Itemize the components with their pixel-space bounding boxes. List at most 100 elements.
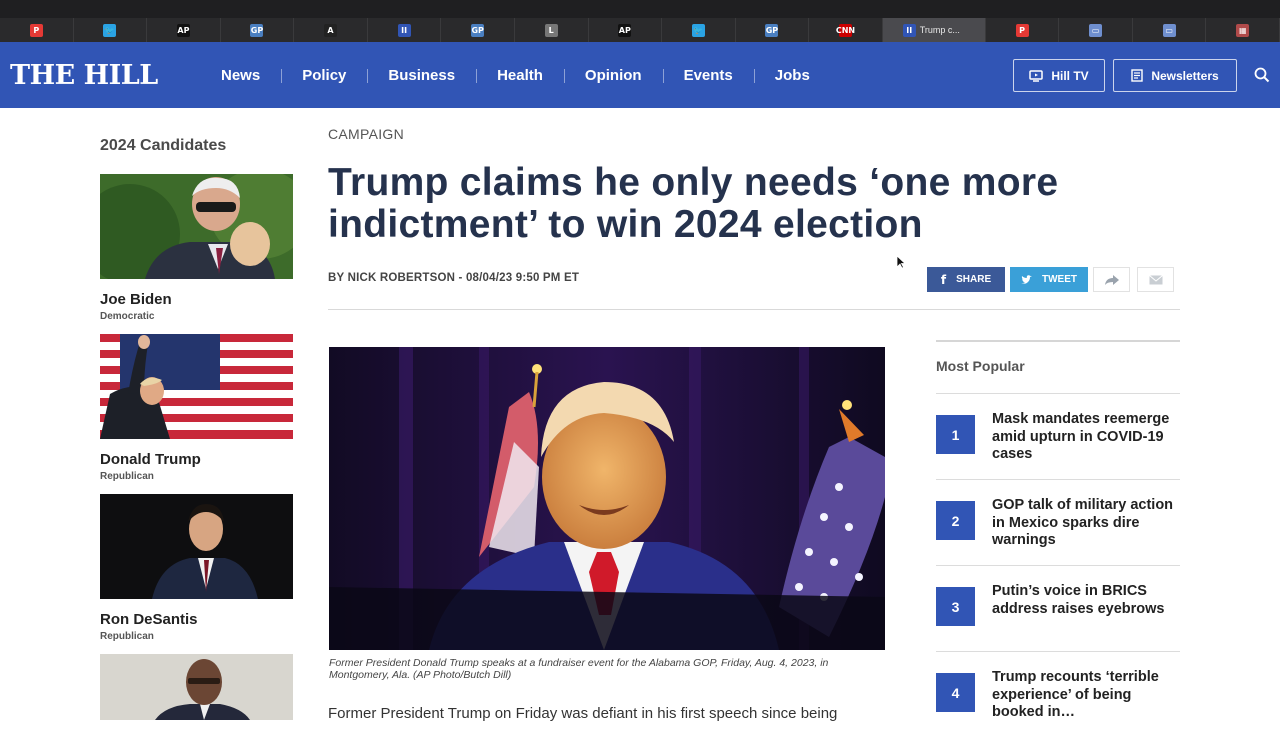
browser-tab[interactable]: A (294, 18, 368, 42)
browser-tab[interactable]: L (514, 18, 589, 42)
most-popular-item[interactable]: 4 Trump recounts ‘terrible experience’ o… (936, 669, 1180, 729)
cnn-icon: CNN (835, 23, 856, 37)
article-hero-image[interactable] (329, 347, 885, 650)
newsletters-button[interactable]: Newsletters (1113, 59, 1237, 92)
hill-icon: II (397, 23, 411, 37)
most-popular-item[interactable]: 3 Putin’s voice in BRICS address raises … (936, 583, 1180, 643)
most-popular-title[interactable]: Mask mandates reemerge amid upturn in CO… (992, 411, 1182, 464)
candidate-card-next[interactable] (100, 654, 294, 720)
ap-icon: AP (618, 23, 632, 37)
browser-tab[interactable]: P (985, 18, 1060, 42)
browser-title-bar (0, 0, 1280, 18)
a-icon: A (324, 23, 338, 37)
browser-tab[interactable]: II (367, 18, 442, 42)
most-popular-divider (936, 479, 1180, 480)
browser-tab[interactable]: 🐦 (73, 18, 148, 42)
candidate-name[interactable]: Ron DeSantis (100, 611, 294, 628)
nav-news[interactable]: News (200, 67, 281, 84)
p-icon: P (29, 23, 43, 37)
browser-tab[interactable]: P (0, 18, 74, 42)
most-popular-item[interactable]: 2 GOP talk of military action in Mexico … (936, 497, 1180, 557)
share-buttons: f SHARE TWEET (927, 267, 1174, 292)
search-icon[interactable] (1253, 66, 1271, 84)
mouse-cursor-icon (896, 255, 906, 269)
browser-tab-strip: P 🐦 AP GP A II GP L AP 🐦 GP CNN II Trump c... P ▭ ▭ ▦ (0, 0, 1280, 42)
gp-icon: GP (471, 23, 485, 37)
article-lede: Former President Trump on Friday was def… (328, 705, 838, 722)
candidate-party: Republican (100, 471, 154, 482)
facebook-share-button[interactable]: f SHARE (927, 267, 1005, 292)
candidate-card-biden[interactable]: Joe Biden Democratic (100, 174, 294, 322)
newsletter-icon (1131, 69, 1144, 82)
nav-events[interactable]: Events (662, 67, 754, 84)
most-popular-divider (936, 651, 1180, 652)
browser-tab[interactable]: ▦ (1206, 18, 1280, 42)
candidate-name[interactable]: Donald Trump (100, 451, 294, 468)
grid-icon: ▦ (1236, 23, 1250, 37)
email-share-button[interactable] (1137, 267, 1174, 292)
most-popular-divider (936, 393, 1180, 394)
browser-tab-title: Trump c... (919, 25, 960, 35)
twitter-share-label: TWEET (1042, 274, 1077, 285)
browser-tabs: P 🐦 AP GP A II GP L AP 🐦 GP CNN II Trump c... P ▭ ▭ ▦ (0, 18, 1280, 42)
candidate-card-trump[interactable]: Donald Trump Republican (100, 334, 294, 482)
gp-icon: GP (250, 23, 264, 37)
share-arrow-icon (1104, 274, 1119, 285)
article-byline: BY NICK ROBERTSON - 08/04/23 9:50 PM ET (328, 272, 580, 284)
twitter-share-button[interactable]: TWEET (1010, 267, 1088, 292)
browser-tab[interactable]: GP (220, 18, 295, 42)
candidate-photo-biden[interactable] (100, 174, 293, 279)
browser-tab[interactable]: GP (735, 18, 810, 42)
forward-share-button[interactable] (1093, 267, 1130, 292)
facebook-icon: f (940, 272, 947, 287)
mail-icon (1148, 274, 1163, 284)
byline-divider (328, 309, 1180, 310)
news-icon: ▭ (1089, 23, 1103, 37)
article-kicker[interactable]: CAMPAIGN (328, 126, 404, 142)
facebook-share-label: SHARE (956, 274, 992, 285)
article-headline: Trump claims he only needs ‘one more ind… (328, 161, 1059, 246)
most-popular-heading: Most Popular (936, 358, 1025, 374)
browser-tab[interactable]: 🐦 (662, 18, 736, 42)
browser-tab[interactable]: ▭ (1059, 18, 1133, 42)
candidate-photo-desantis[interactable] (100, 494, 293, 599)
candidates-heading: 2024 Candidates (100, 137, 227, 154)
site-header: THE HILL News Policy Business Health Opi… (0, 42, 1280, 108)
news-icon: ▭ (1162, 23, 1176, 37)
nav-jobs[interactable]: Jobs (753, 67, 831, 84)
browser-tab[interactable]: AP (147, 18, 221, 42)
browser-tab[interactable]: AP (588, 18, 663, 42)
gp-icon: GP (765, 23, 779, 37)
most-popular-item[interactable]: 1 Mask mandates reemerge amid upturn in … (936, 411, 1180, 471)
tv-icon (1029, 69, 1044, 82)
most-popular-title[interactable]: Putin’s voice in BRICS address raises ey… (992, 583, 1182, 618)
ap-icon: AP (176, 23, 190, 37)
rank-badge: 1 (936, 415, 975, 454)
browser-tab-active[interactable]: II Trump c... (882, 18, 986, 42)
rank-badge: 4 (936, 673, 975, 712)
hill-tv-button[interactable]: Hill TV (1013, 59, 1105, 92)
rank-badge: 3 (936, 587, 975, 626)
nav-business[interactable]: Business (367, 67, 476, 84)
candidate-party: Republican (100, 631, 154, 642)
browser-tab[interactable]: CNN (809, 18, 883, 42)
nav-policy[interactable]: Policy (281, 67, 367, 84)
nav-health[interactable]: Health (476, 67, 564, 84)
browser-tab[interactable]: ▭ (1132, 18, 1207, 42)
p-icon: P (1015, 23, 1029, 37)
candidate-name[interactable]: Joe Biden (100, 291, 294, 308)
main-nav: News Policy Business Health Opinion Even… (200, 42, 831, 108)
candidate-photo-trump[interactable] (100, 334, 293, 439)
nav-opinion[interactable]: Opinion (563, 67, 663, 84)
rank-badge: 2 (936, 501, 975, 540)
most-popular-title[interactable]: Trump recounts ‘terrible experience’ of … (992, 669, 1182, 722)
image-caption: Former President Donald Trump speaks at … (329, 657, 829, 681)
browser-tab[interactable]: GP (441, 18, 515, 42)
site-logo[interactable]: THE HILL (10, 60, 158, 91)
candidate-party: Democratic (100, 311, 155, 322)
candidate-card-desantis[interactable]: Ron DeSantis Republican (100, 494, 294, 642)
most-popular-title[interactable]: GOP talk of military action in Mexico sp… (992, 497, 1182, 550)
candidate-photo-next[interactable] (100, 654, 293, 720)
twitter-icon: 🐦 (103, 23, 117, 37)
twitter-icon (1021, 274, 1032, 284)
